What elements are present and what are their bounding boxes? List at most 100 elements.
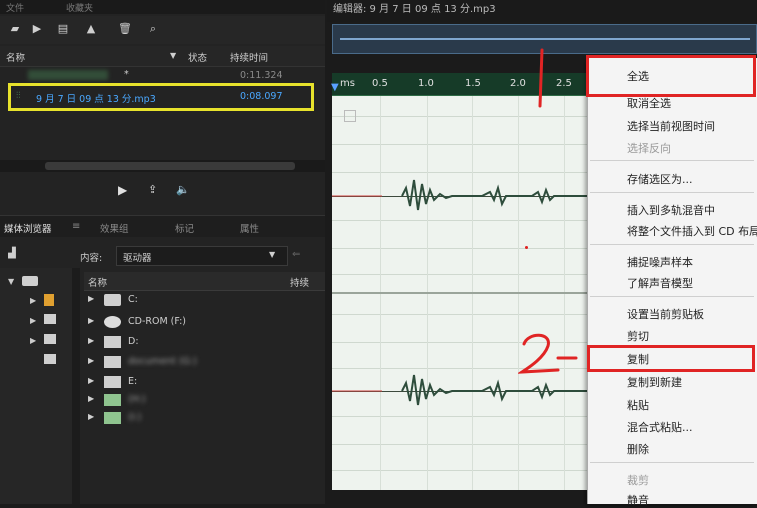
tab-menu-icon[interactable]: ≡ [72, 221, 80, 232]
content-value: 驱动器 [123, 253, 152, 264]
ruler-tick: 0.5 [372, 78, 388, 89]
menu-cut[interactable]: 剪切 [627, 328, 649, 344]
file-status: * [124, 69, 129, 80]
column-status[interactable]: 状态 [188, 50, 207, 64]
expand-arrow-icon[interactable]: ▶ [88, 394, 94, 403]
tab-properties[interactable]: 属性 [240, 221, 259, 235]
save-icon[interactable]: ▤ [56, 23, 70, 35]
menu-copy-to-new[interactable]: 复制到新建 [627, 374, 682, 390]
editor-title[interactable]: 编辑器: 9 月 7 日 09 点 13 分.mp3 [333, 0, 496, 15]
scrollbar-thumb[interactable] [45, 162, 295, 170]
drive-name: CD-ROM (F:) [128, 316, 187, 327]
menu-mix-paste[interactable]: 混合式粘贴... [627, 419, 693, 435]
insert-icon[interactable]: ▲ [84, 23, 98, 35]
hud-icon[interactable] [344, 110, 356, 122]
menu-paste[interactable]: 粘贴 [627, 397, 649, 413]
drive-tree: ▼ ▶ ▶ ▶ [0, 268, 80, 504]
menu-crop: 裁剪 [627, 474, 649, 487]
import-icon[interactable]: ▶ [30, 23, 44, 35]
ruler-tick: 2.5 [556, 78, 572, 89]
menu-set-clipboard[interactable]: 设置当前剪贴板 [627, 306, 704, 322]
windows-drive-icon [104, 294, 121, 306]
expand-arrow-icon[interactable]: ▼ [8, 277, 14, 286]
content-dropdown[interactable]: 驱动器 ▼ [116, 246, 288, 266]
ruler-tick: ms [340, 78, 355, 89]
expand-arrow-icon[interactable]: ▶ [88, 356, 94, 365]
red-marker-dot [525, 246, 528, 249]
menu-invert-selection: 选择反向 [627, 142, 671, 155]
menu-separator [590, 160, 754, 161]
expand-arrow-icon[interactable]: ▶ [30, 336, 36, 345]
overview-waveform [340, 38, 750, 40]
delete-icon[interactable]: 🗑 [118, 23, 132, 35]
drive-name: document (G:) [128, 356, 197, 367]
annotation-number-1: 1 [538, 48, 544, 108]
menu-capture-noise-print[interactable]: 捕捉噪声样本 [627, 254, 693, 270]
ruler-tick: 2.0 [510, 78, 526, 89]
drive-icon [44, 314, 56, 324]
media-tabs: 媒体浏览器 ≡ 效果组 标记 属性 [0, 215, 325, 238]
menu-favorites[interactable]: 收藏夹 [66, 1, 93, 14]
usb-drive-icon [104, 412, 121, 424]
export-icon[interactable]: ⇪ [148, 183, 157, 196]
tab-media-browser[interactable]: 媒体浏览器 [4, 221, 52, 235]
drive-icon [44, 354, 56, 364]
expand-arrow-icon[interactable]: ▶ [88, 336, 94, 345]
drive-name: D: [128, 336, 139, 347]
files-toolbar: ▰ ▶ ▤ ▲ 🗑 ⌕ [0, 16, 325, 44]
expand-arrow-icon[interactable]: ▶ [30, 296, 36, 305]
menu-learn-sound-model[interactable]: 了解声音模型 [627, 275, 693, 291]
back-arrow-icon[interactable]: ⇐ [292, 249, 300, 260]
drive-icon[interactable]: ▟ [8, 248, 16, 259]
menu-separator [590, 296, 754, 297]
playhead-icon[interactable]: ▼ [331, 82, 339, 93]
files-column-header: 名称 ▼ 状态 持续时间 [0, 46, 325, 67]
menu-separator [590, 244, 754, 245]
annotation-box-select-all [586, 55, 756, 97]
menu-separator [590, 462, 754, 463]
panel-menu-bar: 文件 收藏夹 [0, 0, 325, 14]
menu-save-selection[interactable]: 存储选区为... [627, 171, 693, 187]
tab-markers[interactable]: 标记 [175, 221, 194, 235]
menu-silence[interactable]: 静音 [627, 492, 649, 508]
open-folder-icon[interactable]: ▰ [8, 23, 22, 35]
channel-1-waveform [332, 179, 592, 211]
menu-deselect-all[interactable]: 取消全选 [627, 95, 671, 111]
menu-select-view-time[interactable]: 选择当前视图时间 [627, 118, 715, 134]
play-icon[interactable]: ▶ [118, 183, 127, 197]
column-name[interactable]: 名称 [6, 50, 25, 64]
ruler-tick: 1.5 [465, 78, 481, 89]
menu-delete[interactable]: 删除 [627, 441, 649, 457]
menu-file[interactable]: 文件 [6, 1, 24, 14]
expand-arrow-icon[interactable]: ▶ [88, 412, 94, 421]
drive-icon [104, 376, 121, 388]
menu-insert-cd-layout[interactable]: 将整个文件插入到 CD 布局 [627, 223, 757, 239]
column-duration[interactable]: 持续时间 [230, 50, 268, 64]
ruler-tick: 1.0 [418, 78, 434, 89]
expand-arrow-icon[interactable]: ▶ [30, 316, 36, 325]
drive-list-header: 名称 持续 [84, 272, 325, 291]
menu-insert-multitrack[interactable]: 插入到多轨混音中 [627, 202, 715, 218]
drive-name: C: [128, 294, 138, 305]
tree-scrollbar[interactable] [72, 268, 80, 504]
drive-icon [44, 334, 56, 344]
tab-effects[interactable]: 效果组 [100, 221, 129, 235]
expand-arrow-icon[interactable]: ▶ [88, 294, 94, 303]
preview-transport: ▶ ⇪ 🔈 [0, 175, 325, 205]
menu-separator [590, 192, 754, 193]
search-icon[interactable]: ⌕ [146, 23, 160, 35]
column-name[interactable]: 名称 [88, 275, 107, 289]
computer-icon [22, 276, 38, 286]
volume-icon[interactable]: 🔈 [176, 183, 190, 196]
column-duration[interactable]: 持续 [290, 275, 309, 289]
drive-icon [104, 356, 121, 368]
expand-arrow-icon[interactable]: ▶ [88, 376, 94, 385]
folder-icon [44, 294, 54, 306]
chevron-down-icon: ▼ [269, 250, 276, 259]
expand-arrow-icon[interactable]: ▶ [88, 316, 94, 325]
drive-name: (H:) [128, 394, 146, 405]
sort-arrow-icon[interactable]: ▼ [170, 51, 176, 60]
annotation-number-2: 2 [518, 333, 578, 374]
file-row[interactable]: * 0:11.324 [0, 68, 325, 84]
drive-name: (I:) [128, 412, 142, 423]
